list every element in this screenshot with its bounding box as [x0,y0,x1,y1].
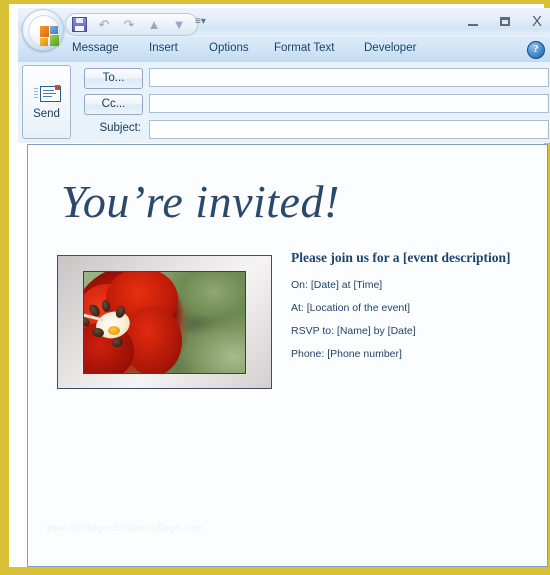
redo-icon: ↷ [123,17,135,32]
tab-developer[interactable]: Developer [358,40,422,56]
send-button[interactable]: Send [22,65,71,139]
invitation-photo-frame[interactable] [57,255,272,389]
save-button[interactable] [69,16,89,33]
to-input[interactable] [149,68,549,87]
up-arrow-icon: ▲ [147,17,161,32]
tab-insert[interactable]: Insert [143,40,184,56]
compose-header: Send To... Cc... Subject: [18,62,550,143]
office-logo-square-green [50,35,59,46]
message-body[interactable]: You’re invited! Please join us for a [ev… [27,144,548,567]
to-button[interactable]: To... [84,68,143,89]
minimize-button[interactable] [465,14,481,30]
event-line-on: On: [Date] at [Time] [291,279,383,291]
customize-qat-button[interactable]: ≡▾ [195,16,206,27]
event-line-rsvp: RSVP to: [Name] by [Date] [291,325,416,337]
next-item-button[interactable]: ▼ [169,16,189,33]
redo-button[interactable]: ↷ [119,16,139,33]
window-controls: X [465,14,545,30]
down-arrow-icon: ▼ [172,17,186,32]
tab-format-text[interactable]: Format Text [268,40,341,56]
event-heading: Please join us for a [event description] [291,250,511,265]
undo-button[interactable]: ↶ [94,16,114,33]
event-line-at: At: [Location of the event] [291,302,411,314]
save-icon [71,17,87,32]
event-line-phone: Phone: [Phone number] [291,348,402,360]
office-logo-square-yellow [40,38,48,46]
previous-item-button[interactable]: ▲ [144,16,164,33]
quick-access-toolbar: ↶ ↷ ▲ ▼ [65,13,198,36]
close-button[interactable]: X [529,14,545,30]
office-orb-inner [28,15,60,47]
subject-input[interactable] [149,120,549,139]
ribbon-tab-bar: Message Insert Options Format Text Devel… [18,37,550,63]
title-bar: ↶ ↷ ▲ ▼ ≡▾ X [18,8,550,51]
event-details: Please join us for a [event description]… [291,250,526,371]
office-logo-square-orange [40,26,49,37]
cc-button[interactable]: Cc... [84,94,143,115]
send-button-label: Send [33,107,60,120]
subject-label: Subject: [99,122,141,134]
send-envelope-icon [33,84,61,103]
tab-message[interactable]: Message [66,40,125,56]
office-logo-square-blue [50,26,58,34]
watermark-text: www.heritagechristiancollege.com [46,523,204,534]
help-icon[interactable]: ? [527,41,545,59]
cc-input[interactable] [149,94,549,113]
maximize-button[interactable] [497,14,513,30]
tab-options[interactable]: Options [203,40,255,56]
undo-icon: ↶ [98,17,110,32]
office-button[interactable] [22,9,64,51]
invitation-title: You’re invited! [61,176,340,227]
tulip-photo [83,271,246,374]
photo-tulip [84,272,190,373]
outlook-compose-window: ↶ ↷ ▲ ▼ ≡▾ X Message Insert Options Form… [0,0,550,575]
